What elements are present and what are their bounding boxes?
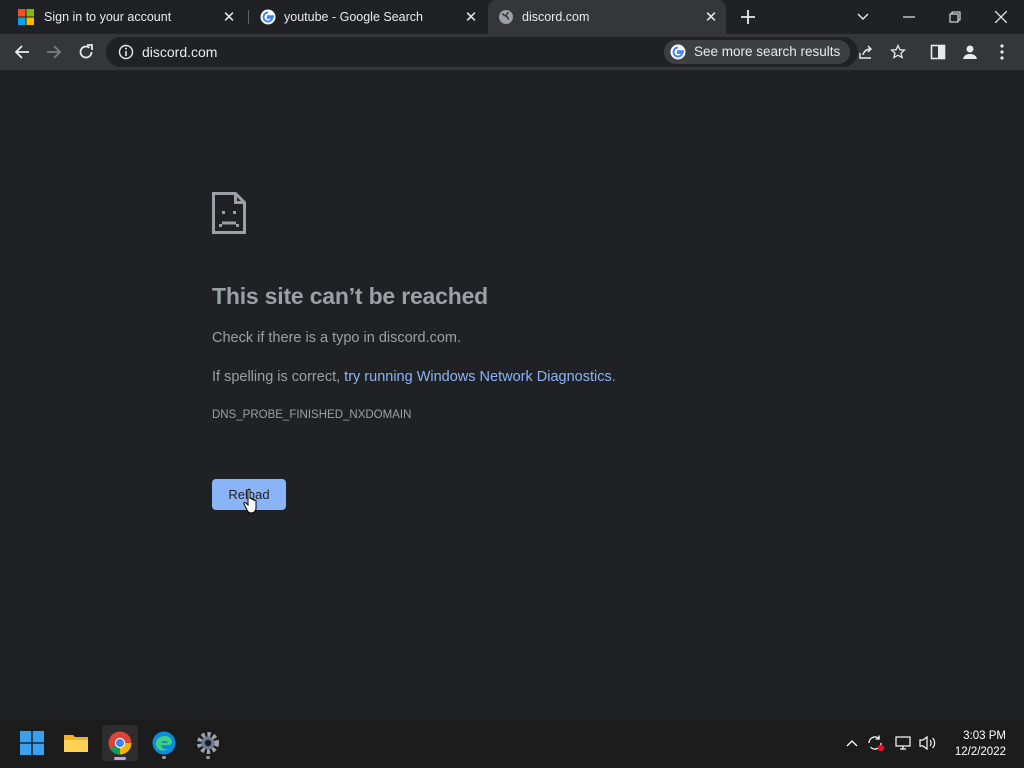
plus-icon <box>741 10 755 24</box>
close-tab-icon[interactable]: ✕ <box>702 8 720 26</box>
chrome-icon <box>108 731 132 755</box>
google-icon <box>670 44 686 60</box>
clock[interactable]: 3:03 PM 12/2/2022 <box>955 728 1006 760</box>
settings-icon <box>197 732 219 754</box>
taskbar: 3:03 PM 12/2/2022 <box>0 719 1024 768</box>
share-icon <box>859 45 872 59</box>
chevron-up-icon <box>846 740 858 747</box>
minimize-icon <box>903 16 915 18</box>
active-app-indicator <box>114 757 126 760</box>
profile-button[interactable] <box>956 38 984 66</box>
volume-button[interactable] <box>918 733 938 753</box>
close-icon <box>995 11 1007 23</box>
chevron-down-icon <box>857 13 869 20</box>
close-tab-icon[interactable]: ✕ <box>220 8 238 26</box>
chip-label: See more search results <box>694 44 841 59</box>
share-button[interactable] <box>852 38 880 66</box>
arrow-right-icon <box>47 45 62 59</box>
taskbar-edge[interactable] <box>146 725 182 761</box>
microsoft-icon <box>18 9 34 25</box>
sync-icon <box>868 735 885 752</box>
hint-suffix: . <box>611 369 616 385</box>
forward-button[interactable] <box>40 38 68 66</box>
toolbar: discord.com See more search results <box>0 34 1024 71</box>
person-icon <box>963 45 977 59</box>
sad-page-icon <box>212 192 246 234</box>
back-button[interactable] <box>8 38 36 66</box>
tab-separator <box>248 10 249 24</box>
info-icon[interactable] <box>118 44 134 60</box>
side-panel-button[interactable] <box>924 38 952 66</box>
volume-icon <box>919 735 936 751</box>
globe-icon <box>499 10 513 24</box>
error-title: This site can’t be reached <box>212 283 489 309</box>
refresh-icon <box>79 44 93 59</box>
show-hidden-icons-button[interactable] <box>842 733 862 753</box>
address-bar[interactable]: discord.com See more search results <box>106 37 906 67</box>
restore-button[interactable] <box>942 4 968 30</box>
star-icon <box>890 44 906 59</box>
start-button[interactable] <box>14 725 50 761</box>
tab-youtube-search[interactable]: youtube - Google Search ✕ <box>250 0 486 34</box>
network-icon <box>895 736 911 750</box>
taskbar-settings[interactable] <box>190 725 226 761</box>
network-button[interactable] <box>894 733 914 753</box>
running-app-indicator <box>206 756 210 759</box>
restore-icon <box>949 11 961 23</box>
url-text[interactable]: discord.com <box>142 44 217 60</box>
error-diagnostics-hint: If spelling is correct, try running Wind… <box>212 369 616 385</box>
search-results-chip[interactable]: See more search results <box>664 40 850 64</box>
menu-button[interactable] <box>988 38 1016 66</box>
reload-toolbar-button[interactable] <box>72 38 100 66</box>
kebab-menu-icon <box>1000 44 1004 60</box>
clock-time: 3:03 PM <box>963 730 1006 742</box>
tab-search-button[interactable] <box>850 4 876 30</box>
google-icon <box>260 9 276 25</box>
start-icon <box>20 731 44 755</box>
minimize-button[interactable] <box>896 4 922 30</box>
error-page: This site can’t be reached Check if ther… <box>0 71 1024 719</box>
taskbar-file-explorer[interactable] <box>58 725 94 761</box>
tab-title: discord.com <box>522 10 590 24</box>
bookmark-button[interactable] <box>884 38 912 66</box>
hint-prefix: If spelling is correct, <box>212 369 345 385</box>
tab-sign-in[interactable]: Sign in to your account ✕ <box>8 0 244 34</box>
side-panel-icon <box>930 44 946 60</box>
new-tab-button[interactable] <box>735 4 761 30</box>
running-app-indicator <box>162 756 166 759</box>
arrow-left-icon <box>14 45 29 59</box>
error-typo-hint: Check if there is a typo in discord.com. <box>212 330 462 346</box>
network-diagnostics-link[interactable]: try running Windows Network Diagnostics <box>344 369 612 385</box>
hand-cursor-icon <box>243 488 257 514</box>
tab-strip: Sign in to your account ✕ youtube - Goog… <box>0 0 1024 34</box>
tab-discord[interactable]: discord.com ✕ <box>488 0 726 34</box>
tab-title: youtube - Google Search <box>284 10 423 24</box>
file-explorer-icon <box>64 735 88 752</box>
edge-icon <box>152 731 176 755</box>
sync-status-button[interactable] <box>866 733 886 753</box>
error-code: DNS_PROBE_FINISHED_NXDOMAIN <box>212 409 412 421</box>
tab-title: Sign in to your account <box>44 10 172 24</box>
close-window-button[interactable] <box>988 4 1014 30</box>
clock-date: 12/2/2022 <box>954 746 1006 758</box>
close-tab-icon[interactable]: ✕ <box>462 8 480 26</box>
taskbar-chrome[interactable] <box>102 725 138 761</box>
